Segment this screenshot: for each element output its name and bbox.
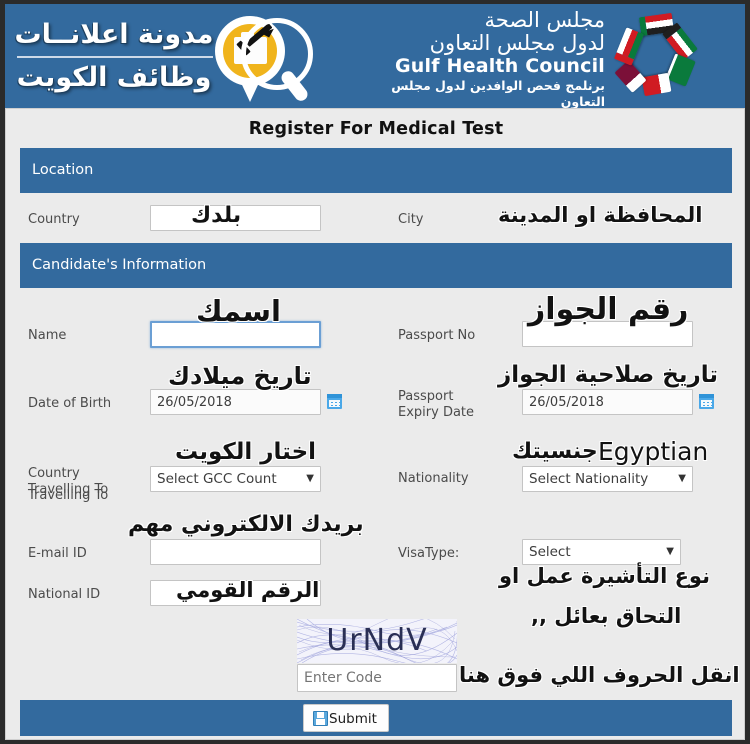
name-label: Name (28, 328, 67, 343)
section-header-candidate: Candidate's Information (20, 243, 732, 288)
captcha-image: UrNdV (297, 619, 457, 663)
country-travelling-to-label-2: Travelling To (28, 488, 109, 503)
ghc-arabic-line1: مجلس الصحة (484, 8, 605, 32)
passport-expiry-label: Passport Expiry Date (398, 389, 475, 420)
ghc-text-block: مجلس الصحة لدول مجلس التعاون Gulf Health… (365, 8, 605, 109)
flag-oman (613, 27, 645, 66)
nationality-annotation-ar: جنسيتك (512, 439, 598, 464)
country-travelling-to-select[interactable]: Select GCC Count ▼ (150, 466, 321, 492)
nationality-label: Nationality (398, 471, 469, 486)
ghc-english-title: Gulf Health Council (395, 55, 605, 77)
form-panel: Register For Medical Test Location Count… (5, 108, 745, 740)
ghc-arabic-line2: لدول مجلس التعاون (429, 31, 605, 55)
page-header: مدونة اعلانــات وظائف الكويت مجلس الصحة … (5, 4, 745, 108)
kuwait-jobs-blog-logo: مدونة اعلانــات وظائف الكويت (11, 8, 331, 106)
date-of-birth-annotation: تاريخ ميلادك (168, 362, 312, 390)
ghc-arabic-subtitle: برنلمج فحص الوافدين لدول مجلس التعاون (391, 78, 605, 108)
visa-type-select[interactable]: Select ▼ (522, 539, 681, 565)
passport-no-annotation: رقم الجواز (528, 292, 689, 327)
save-floppy-icon (313, 711, 328, 726)
register-medical-test-page: مدونة اعلانــات وظائف الكويت مجلس الصحة … (0, 0, 750, 744)
gcc-flags-circle-icon (610, 12, 698, 99)
email-input[interactable] (150, 539, 321, 565)
kuwait-logo-line1: مدونة اعلانــات (14, 19, 214, 50)
nationality-annotation-en: Egyptian (598, 437, 709, 466)
chevron-down-icon: ▼ (666, 546, 674, 557)
section-header-location: Location (20, 148, 732, 193)
kuwait-logo-line2: وظائف الكويت (16, 62, 212, 93)
calendar-icon[interactable] (327, 394, 342, 409)
date-of-birth-input[interactable] (150, 389, 321, 415)
submit-button[interactable]: Submit (303, 704, 389, 732)
country-label: Country (28, 212, 80, 227)
nationality-select[interactable]: Select Nationality ▼ (522, 466, 693, 492)
magnifier-ring (241, 18, 313, 90)
national-id-label: National ID (28, 587, 101, 602)
calendar-icon[interactable] (699, 394, 714, 409)
gulf-health-council-branding: مجلس الصحة لدول مجلس التعاون Gulf Health… (365, 7, 740, 109)
visa-type-value: Select (529, 544, 571, 560)
country-travelling-to-value: Select GCC Count (157, 471, 277, 487)
passport-expiry-annotation: تاريخ صلاحية الجواز (498, 362, 718, 388)
city-annotation: المحافظة او المدينة (498, 203, 703, 227)
name-annotation: اسمك (196, 294, 281, 328)
national-id-annotation: الرقم القومي (176, 578, 320, 602)
flag-bahrain (641, 72, 672, 97)
captcha-input[interactable] (297, 664, 457, 692)
email-label: E-mail ID (28, 546, 87, 561)
country-travelling-to-annotation: اختار الكويت (175, 439, 317, 465)
visa-type-label: VisaType: (398, 546, 460, 561)
nationality-value: Select Nationality (529, 471, 649, 487)
captcha-annotation: انقل الحروف اللي فوق هنا (459, 663, 740, 687)
country-annotation: بلدك (191, 203, 242, 228)
submit-bar: Submit (20, 700, 732, 736)
city-label: City (398, 212, 424, 227)
visa-type-annotation-line1: نوع التأشيرة عمل او (499, 564, 710, 588)
chevron-down-icon: ▼ (306, 473, 314, 484)
captcha-code-text: UrNdV (326, 623, 428, 658)
email-annotation: بريدك الالكتروني مهم (128, 512, 364, 537)
passport-expiry-input[interactable] (522, 389, 693, 415)
map-pin-magnifier-icon (209, 14, 321, 108)
passport-no-label: Passport No (398, 328, 476, 343)
submit-button-label: Submit (329, 711, 377, 727)
date-of-birth-label: Date of Birth (28, 396, 112, 411)
page-title: Register For Medical Test (248, 119, 504, 139)
visa-type-annotation-line2: التحاق بعائل ,, (531, 604, 682, 628)
chevron-down-icon: ▼ (678, 473, 686, 484)
